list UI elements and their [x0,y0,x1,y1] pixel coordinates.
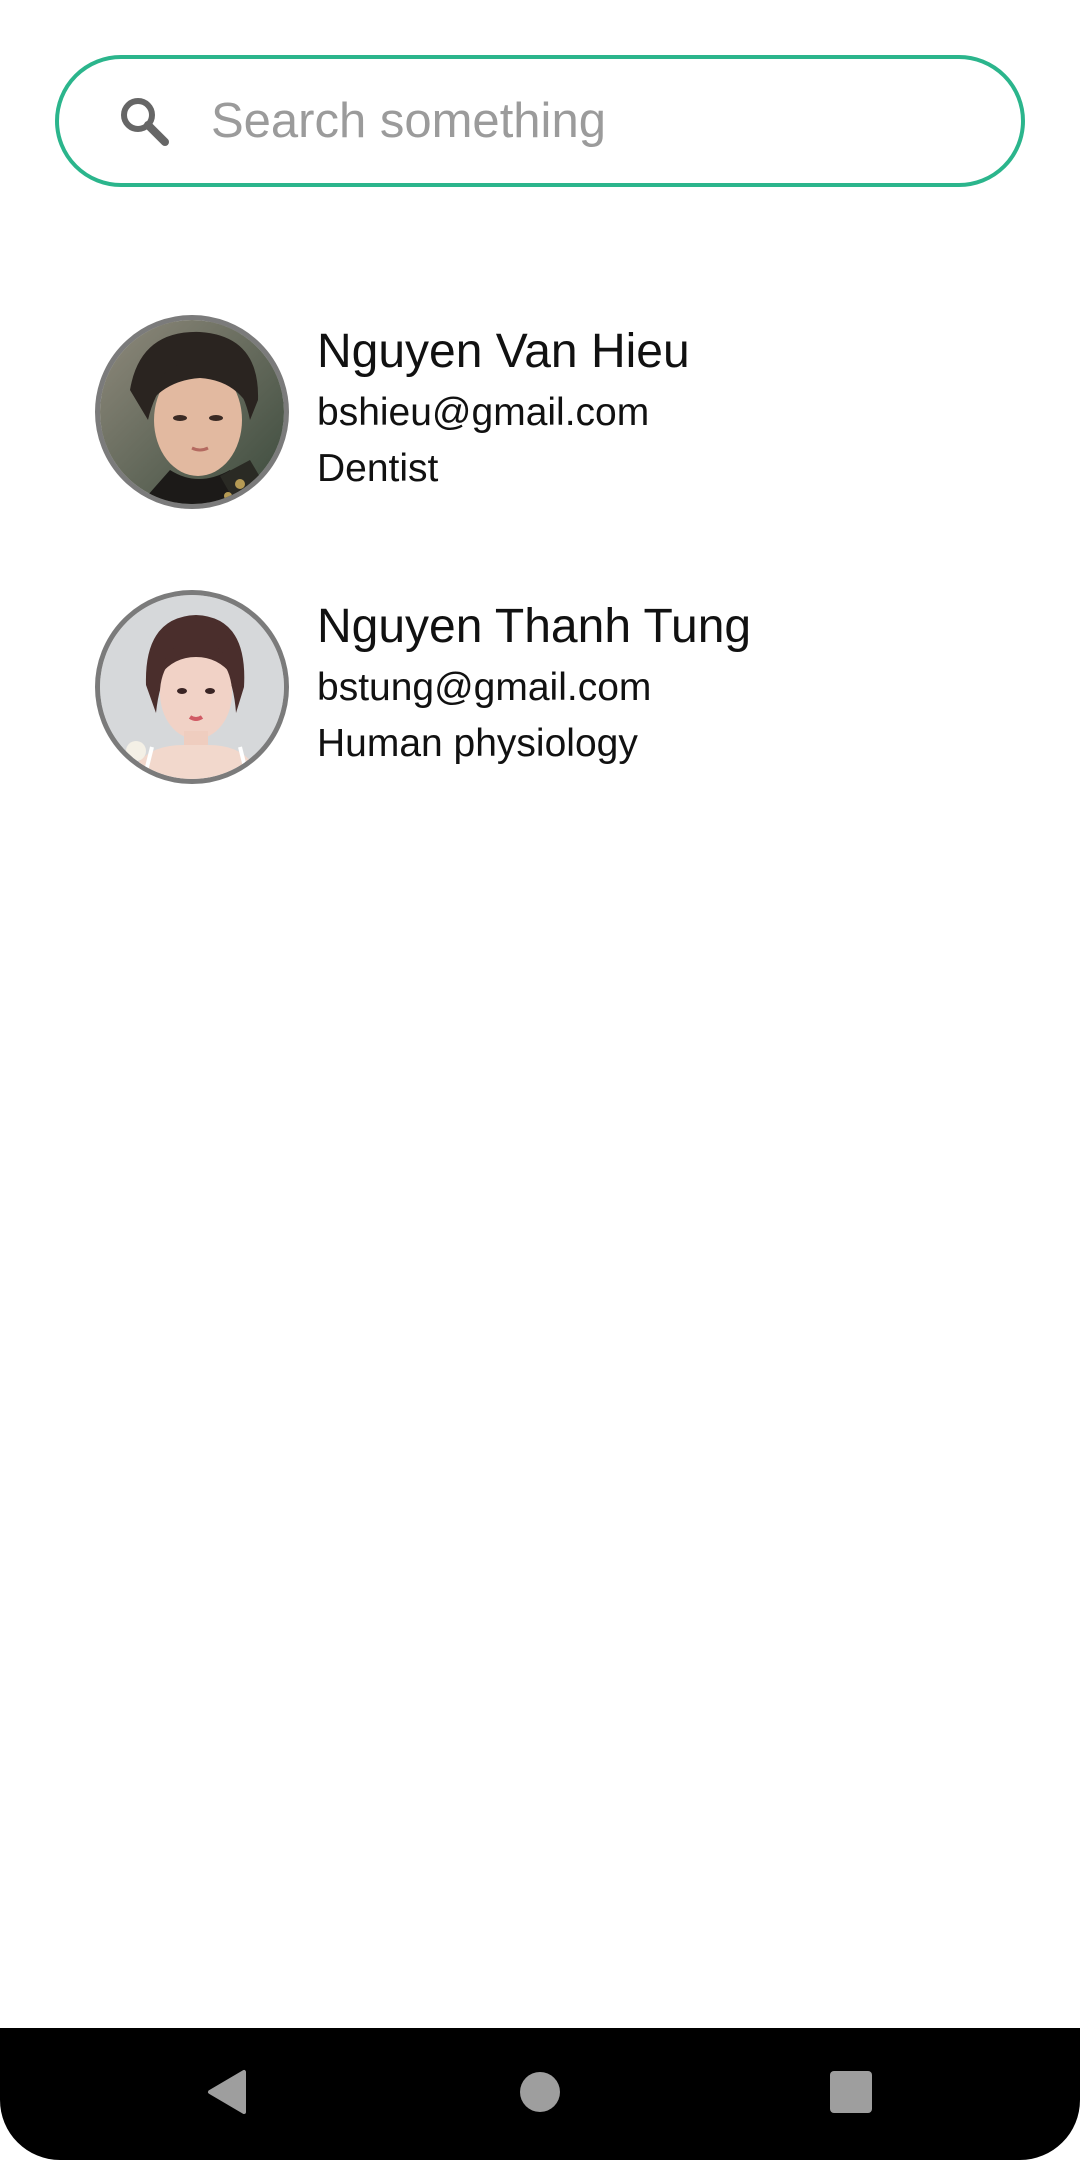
contact-email: bshieu@gmail.com [317,391,650,434]
contact-role: Human physiology [317,722,638,765]
contact-info: Nguyen Van Hieu bshieu@gmail.com Dentist [317,323,1057,495]
home-button[interactable] [504,2058,576,2130]
contact-role: Dentist [317,447,439,490]
search-bar[interactable] [55,55,1025,187]
list-item-contact-1[interactable]: Nguyen Van Hieu bshieu@gmail.com Dentist [0,315,1080,590]
search-input[interactable] [211,81,981,161]
contact-name: Nguyen Van Hieu [317,325,690,378]
system-navigation-bar [0,2028,1080,2160]
contact-name: Nguyen Thanh Tung [317,600,752,653]
contact-email: bstung@gmail.com [317,666,652,709]
search-icon [117,94,171,148]
recents-square-icon [829,2070,873,2119]
avatar[interactable] [95,315,289,509]
avatar[interactable] [95,590,289,784]
back-button[interactable] [190,2058,262,2130]
recents-button[interactable] [815,2058,887,2130]
contacts-screen: Nguyen Van Hieu bshieu@gmail.com Dentist [0,0,1080,2160]
contact-list: Nguyen Van Hieu bshieu@gmail.com Dentist [0,315,1080,865]
back-triangle-icon [204,2068,248,2121]
contact-info: Nguyen Thanh Tung bstung@gmail.com Human… [317,598,1057,770]
list-item-contact-2[interactable]: Nguyen Thanh Tung bstung@gmail.com Human… [0,590,1080,865]
home-circle-icon [518,2070,562,2119]
